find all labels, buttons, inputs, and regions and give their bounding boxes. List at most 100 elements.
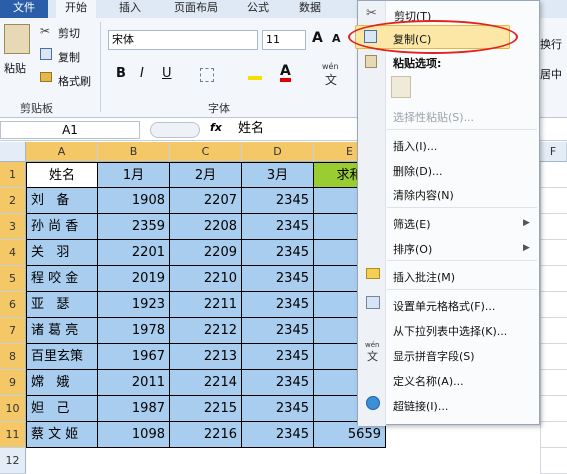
value-cell[interactable]: 2345 xyxy=(242,292,314,318)
value-cell[interactable]: 2345 xyxy=(242,214,314,240)
font-size-select[interactable]: 11 xyxy=(262,30,306,50)
value-cell[interactable]: 2215 xyxy=(170,396,242,422)
empty-cell-row[interactable] xyxy=(540,240,567,266)
column-header[interactable]: F xyxy=(540,142,567,162)
name-cell[interactable]: 嫦 娥 xyxy=(26,370,98,396)
column-header[interactable]: C xyxy=(170,142,242,162)
menu-item-sort[interactable]: 排序(O) xyxy=(393,241,432,257)
value-cell[interactable]: 2345 xyxy=(242,344,314,370)
row-header[interactable]: 11 xyxy=(0,422,26,448)
name-cell[interactable]: 孙 尚 香 xyxy=(26,214,98,240)
table-header-cell[interactable]: 姓名 xyxy=(26,162,98,188)
name-cell[interactable]: 蔡 文 姬 xyxy=(26,422,98,448)
menu-item-delete[interactable]: 删除(D)... xyxy=(393,163,443,179)
row-header[interactable]: 10 xyxy=(0,396,26,422)
value-cell[interactable]: 2201 xyxy=(98,240,170,266)
row-header[interactable]: 8 xyxy=(0,344,26,370)
column-header[interactable]: D xyxy=(242,142,314,162)
border-icon[interactable] xyxy=(200,68,214,82)
row-header[interactable]: 1 xyxy=(0,162,26,188)
value-cell[interactable]: 2213 xyxy=(170,344,242,370)
value-cell[interactable]: 2359 xyxy=(98,214,170,240)
bold-button[interactable]: B xyxy=(116,66,126,81)
empty-cell-row[interactable] xyxy=(540,344,567,370)
menu-item-format-cells[interactable]: 设置单元格格式(F)... xyxy=(393,298,495,314)
empty-cell-row[interactable] xyxy=(540,448,567,474)
empty-cell-row[interactable] xyxy=(540,188,567,214)
name-cell[interactable]: 百里玄策 xyxy=(26,344,98,370)
value-cell[interactable]: 2345 xyxy=(242,318,314,344)
name-cell[interactable]: 刘 备 xyxy=(26,188,98,214)
font-color-button[interactable]: A xyxy=(280,64,291,82)
underline-button[interactable]: U xyxy=(162,66,172,81)
name-cell[interactable]: 诸 葛 亮 xyxy=(26,318,98,344)
value-cell[interactable]: 2345 xyxy=(242,370,314,396)
font-name-select[interactable]: 宋体 xyxy=(108,30,258,50)
row-header[interactable]: 7 xyxy=(0,318,26,344)
value-cell[interactable]: 2019 xyxy=(98,266,170,292)
empty-cell-row[interactable] xyxy=(540,162,567,188)
value-cell[interactable]: 1923 xyxy=(98,292,170,318)
menu-item-hyperlink[interactable]: 超链接(I)... xyxy=(393,398,448,414)
row-header[interactable]: 5 xyxy=(0,266,26,292)
empty-cell-row[interactable] xyxy=(540,422,567,448)
tab-data[interactable]: 数据 xyxy=(292,0,328,18)
empty-cell-row[interactable] xyxy=(540,396,567,422)
name-cell[interactable]: 关 羽 xyxy=(26,240,98,266)
merge-center-button[interactable]: 居中 xyxy=(540,66,562,82)
paste-button[interactable]: 粘贴 xyxy=(4,60,26,76)
value-cell[interactable]: 2209 xyxy=(170,240,242,266)
value-cell[interactable]: 2345 xyxy=(242,188,314,214)
table-header-cell[interactable]: 1月 xyxy=(98,162,170,188)
menu-item-insert[interactable]: 插入(I)... xyxy=(393,138,437,154)
value-cell[interactable]: 2210 xyxy=(170,266,242,292)
copy-button[interactable]: 复制 xyxy=(58,49,80,65)
name-box[interactable]: A1 xyxy=(0,121,140,139)
tab-formulas[interactable]: 公式 xyxy=(240,0,276,18)
value-cell[interactable]: 2212 xyxy=(170,318,242,344)
value-cell[interactable]: 2207 xyxy=(170,188,242,214)
table-header-cell[interactable]: 2月 xyxy=(170,162,242,188)
tab-home[interactable]: 开始 xyxy=(56,0,96,18)
cut-button[interactable]: 剪切 xyxy=(58,25,80,41)
empty-cell-row[interactable] xyxy=(540,214,567,240)
value-cell[interactable]: 1967 xyxy=(98,344,170,370)
value-cell[interactable]: 2216 xyxy=(170,422,242,448)
menu-item-define-name[interactable]: 定义名称(A)... xyxy=(393,373,464,389)
value-cell[interactable]: 2345 xyxy=(242,240,314,266)
fx-icon[interactable]: fx xyxy=(210,121,222,134)
row-header[interactable]: 3 xyxy=(0,214,26,240)
menu-item-phonetic[interactable]: 显示拼音字段(S) xyxy=(393,348,475,364)
select-all-corner[interactable] xyxy=(0,142,26,162)
format-painter-button[interactable]: 格式刷 xyxy=(58,73,91,89)
tab-page-layout[interactable]: 页面布局 xyxy=(164,0,228,18)
value-cell[interactable]: 2011 xyxy=(98,370,170,396)
paste-clipboard-icon[interactable] xyxy=(391,76,411,98)
value-cell[interactable]: 1908 xyxy=(98,188,170,214)
menu-item-insert-comment[interactable]: 插入批注(M) xyxy=(393,269,455,285)
row-header[interactable]: 9 xyxy=(0,370,26,396)
tab-file[interactable]: 文件 xyxy=(0,0,48,18)
row-header[interactable]: 4 xyxy=(0,240,26,266)
menu-item-pick-list[interactable]: 从下拉列表中选择(K)... xyxy=(393,323,507,339)
value-cell[interactable]: 2345 xyxy=(242,396,314,422)
italic-button[interactable]: I xyxy=(140,66,144,81)
value-cell[interactable]: 2345 xyxy=(242,422,314,448)
empty-cell-row[interactable] xyxy=(540,318,567,344)
decrease-font-button[interactable]: A xyxy=(332,32,341,45)
column-header[interactable]: A xyxy=(26,142,98,162)
row-header[interactable]: 12 xyxy=(0,448,26,474)
name-cell[interactable]: 妲 己 xyxy=(26,396,98,422)
value-cell[interactable]: 2211 xyxy=(170,292,242,318)
name-cell[interactable]: 程 咬 金 xyxy=(26,266,98,292)
menu-item-paste-special[interactable]: 选择性粘贴(S)... xyxy=(393,109,474,125)
menu-item-filter[interactable]: 筛选(E) xyxy=(393,216,431,232)
row-header[interactable]: 2 xyxy=(0,188,26,214)
value-cell[interactable]: 1978 xyxy=(98,318,170,344)
value-cell[interactable]: 2345 xyxy=(242,266,314,292)
empty-cell-row[interactable] xyxy=(540,292,567,318)
formula-bar-handle[interactable] xyxy=(150,122,200,138)
value-cell[interactable]: 2208 xyxy=(170,214,242,240)
menu-item-clear[interactable]: 清除内容(N) xyxy=(393,187,454,203)
increase-font-button[interactable]: A xyxy=(312,30,323,46)
